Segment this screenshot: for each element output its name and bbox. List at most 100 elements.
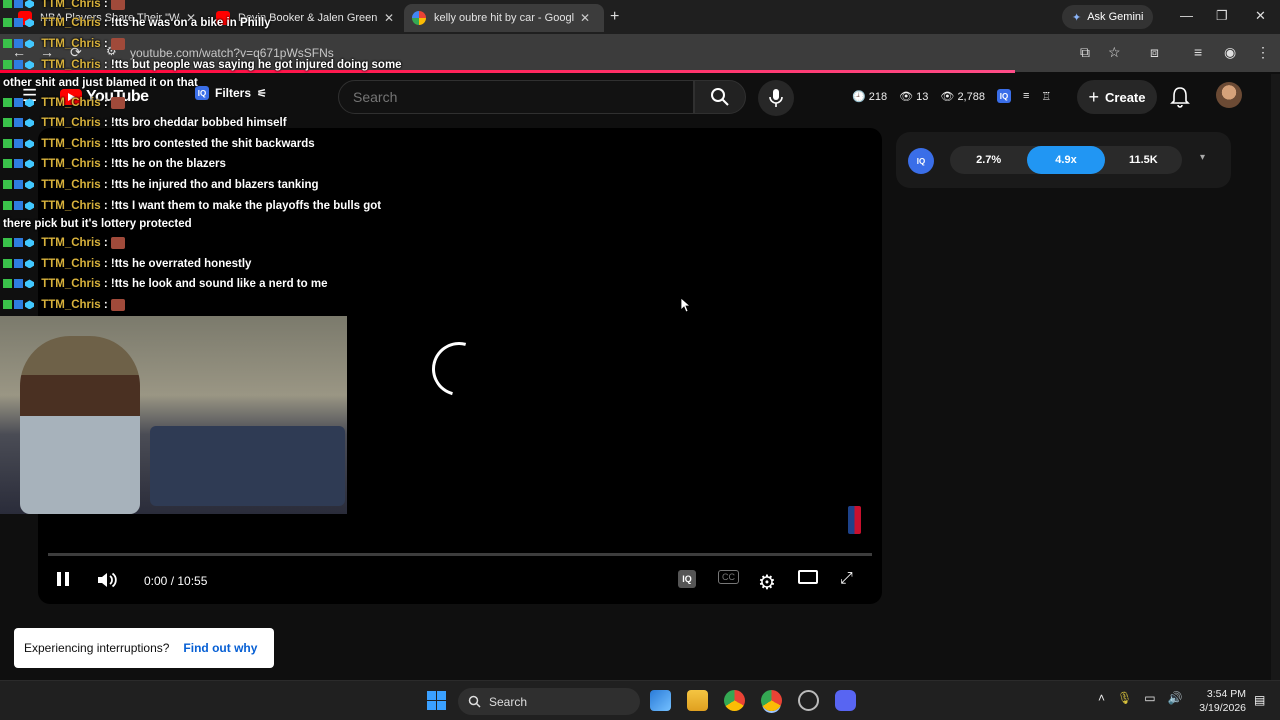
nba-logo-icon [848, 506, 861, 534]
chat-badges [3, 300, 34, 310]
microphone-tray-icon[interactable]: 🎙 [1117, 691, 1132, 705]
file-explorer-icon[interactable] [687, 690, 708, 711]
iq-logo: IQ [908, 148, 934, 174]
bookmark-star-icon[interactable]: ☆ [1108, 44, 1121, 61]
chat-badges [3, 60, 34, 70]
gemini-sparkle-icon: ✦ [1072, 11, 1082, 24]
chat-emote [110, 0, 125, 10]
taskbar-clock[interactable]: 3:54 PM 3/19/2026 [1196, 687, 1246, 715]
close-window-icon[interactable]: ✕ [1255, 8, 1266, 24]
chat-badges [3, 139, 34, 149]
tab-title: kelly oubre hit by car - Google [434, 12, 574, 24]
iq-pill-multiplier[interactable]: 4.9x [1027, 146, 1105, 174]
chat-badges [3, 201, 34, 211]
close-tab-icon[interactable]: ✕ [580, 11, 590, 25]
chat-message: TTM_Chris : [3, 296, 125, 314]
search-button[interactable] [694, 80, 746, 114]
windows-start-button[interactable] [427, 691, 446, 710]
chat-badges [3, 259, 34, 269]
avatar[interactable] [1216, 82, 1242, 108]
chat-badges [3, 238, 34, 248]
gear-icon: ⚙ [758, 572, 776, 594]
ask-gemini-button[interactable]: ✦ Ask Gemini [1062, 5, 1154, 29]
watch-stat: 👁 2,788 [940, 90, 985, 103]
browser-tab-active[interactable]: kelly oubre hit by car - Google ✕ [404, 4, 604, 32]
volume-icon [98, 572, 117, 588]
video-timecode: 0:00 / 10:55 [144, 574, 208, 588]
iq-pill-count[interactable]: 11.5K [1105, 146, 1182, 174]
profile-icon[interactable]: ◉ [1224, 44, 1236, 61]
chat-message: TTM_Chris : !tts he look and sound like … [3, 275, 327, 293]
chrome-profile-app-icon[interactable] [761, 690, 782, 711]
chevron-up-icon[interactable]: ˄ [1098, 691, 1105, 705]
google-icon [412, 11, 426, 25]
eye-stat: 👁 13 [899, 90, 929, 103]
search-icon [468, 695, 481, 708]
minimize-icon[interactable]: — [1180, 8, 1193, 23]
chat-message: TTM_Chris : !tts bro contested the shit … [3, 135, 315, 153]
chat-message: TTM_Chris : [3, 94, 125, 112]
install-app-icon[interactable]: ⧉ [1080, 44, 1090, 61]
obs-app-icon[interactable] [798, 690, 819, 711]
fullscreen-button[interactable]: ⤢ [840, 570, 853, 588]
settings-button[interactable]: ⚙ [758, 570, 776, 595]
chrome-menu-icon[interactable]: ⋮ [1256, 44, 1270, 61]
chrome-app-icon[interactable] [724, 690, 745, 711]
create-button[interactable]: + Create [1077, 80, 1157, 114]
speaker-icon[interactable]: 🔊 [1168, 691, 1183, 705]
theater-mode-button[interactable] [798, 570, 818, 584]
fullscreen-icon: ⤢ [840, 570, 853, 587]
iq-stats-panel: IQ 2.7% 4.9x 11.5K ▾ [896, 132, 1231, 188]
chat-badges [3, 159, 34, 169]
store-app-icon[interactable] [650, 690, 671, 711]
cc-icon: CC [718, 570, 739, 584]
notification-center-icon[interactable]: ▤ [1254, 693, 1265, 707]
extension-stats: 🕘 218 👁 13 👁 2,788 IQ ≡ ♖ [852, 89, 1051, 103]
chat-badges [3, 0, 34, 9]
iq-pill-percent[interactable]: 2.7% [950, 146, 1027, 174]
close-tab-icon[interactable]: ✕ [384, 11, 394, 25]
pause-button[interactable] [54, 570, 72, 588]
chat-badges [3, 118, 34, 128]
bell-icon [1170, 87, 1190, 108]
chat-message: TTM_Chris : [3, 0, 125, 13]
system-tray: ˄ 🎙 ▭ 🔊 [1098, 691, 1183, 705]
chat-message: TTM_Chris : !tts he was on a bike in Phi… [3, 14, 271, 32]
chat-emote [110, 236, 125, 249]
iq-icon: IQ [678, 570, 696, 588]
extensions-icon[interactable]: ⧈ [1150, 44, 1159, 61]
pause-icon [57, 572, 69, 586]
volume-button[interactable] [96, 570, 118, 590]
search-icon [711, 88, 729, 106]
toast-text: Experiencing interruptions? [24, 641, 170, 655]
chat-message: TTM_Chris : !tts he overrated honestly [3, 255, 251, 273]
theater-icon [798, 570, 818, 584]
chat-emote [110, 37, 125, 50]
new-tab-icon[interactable]: + [610, 8, 619, 26]
chat-message: TTM_Chris : !tts he on the blazers [3, 155, 226, 173]
mouse-cursor-icon [681, 298, 691, 313]
taskbar-search[interactable]: Search [458, 688, 640, 715]
list-icon[interactable]: ≡ [1023, 90, 1029, 102]
captions-button[interactable]: CC [718, 570, 739, 584]
chat-message: TTM_Chris : [3, 234, 125, 252]
iq-icon[interactable]: IQ [996, 89, 1011, 103]
find-out-why-link[interactable]: Find out why [183, 641, 257, 655]
chat-badges [3, 18, 34, 28]
notifications-button[interactable] [1170, 86, 1190, 113]
trophy-icon[interactable]: ♖ [1041, 90, 1051, 103]
iq-player-button[interactable]: IQ [678, 570, 696, 588]
page-scrollbar[interactable] [1271, 74, 1280, 680]
webcam-bed [150, 426, 345, 506]
network-icon[interactable]: ▭ [1144, 691, 1155, 705]
restore-icon[interactable]: ❐ [1216, 8, 1228, 24]
media-control-icon[interactable]: ≡ [1194, 44, 1202, 60]
chat-message: TTM_Chris : [3, 35, 125, 53]
windows-taskbar: Search ˄ 🎙 ▭ 🔊 3:54 PM 3/19/2026 ▤ [0, 680, 1280, 720]
chevron-down-icon[interactable]: ▾ [1200, 152, 1205, 163]
discord-app-icon[interactable] [835, 690, 856, 711]
video-seek-bar[interactable] [48, 553, 872, 556]
chat-emote [110, 298, 125, 311]
voice-search-button[interactable] [758, 80, 794, 116]
chat-badges [3, 279, 34, 289]
